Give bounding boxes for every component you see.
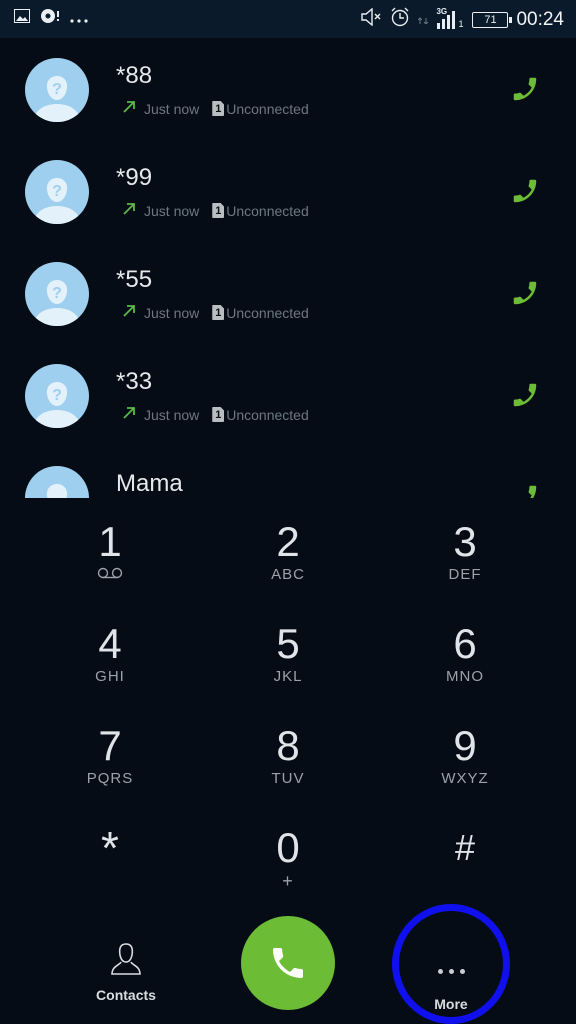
sim-icon: 1 [212,203,225,218]
dial-call-button[interactable] [241,916,335,1010]
outgoing-call-icon [122,406,136,423]
dialpad-key-4[interactable]: 4 GHI [35,602,185,702]
contact-avatar [25,466,89,498]
unknown-contact-avatar: ? [25,160,89,224]
dialpad: 1 2 ABC 3 DEF 4 GHI 5 JKL 6 MNO 7 PQRS 8… [0,500,576,900]
call-back-button[interactable] [510,176,540,206]
contacts-icon [111,943,141,975]
call-log-name: Mama [116,470,183,497]
call-time: Just now [144,202,200,219]
voicemail-icon [35,566,185,584]
mute-icon [360,7,382,31]
svg-text:?: ? [52,183,62,200]
call-back-button[interactable] [510,482,540,498]
phone-icon [528,485,537,498]
more-notifications-icon [70,10,88,28]
call-back-button[interactable] [510,278,540,308]
svg-text:?: ? [52,387,62,404]
call-status: Unconnected [226,406,309,423]
bottom-action-bar: Contacts More [0,900,576,1024]
call-log-item[interactable]: Mama [0,446,576,498]
dialpad-key-6[interactable]: 6 MNO [390,602,540,702]
phone-icon [273,948,303,978]
outgoing-call-icon [122,202,136,219]
call-time: Just now [144,304,200,321]
alarm-icon [390,7,410,32]
call-log-list[interactable]: ? *88 Just now 1 Unconnected ? *99 Just … [0,38,576,498]
call-back-button[interactable] [510,74,540,104]
call-time: Just now [144,406,200,423]
call-log-name: *88 [116,62,153,89]
dialpad-key-0[interactable]: 0 + [213,806,363,906]
call-log-item[interactable]: ? *88 Just now 1 Unconnected [0,38,576,140]
dialpad-key-hash[interactable]: # [390,806,540,906]
dialpad-key-2[interactable]: 2 ABC [213,500,363,600]
unknown-contact-avatar: ? [25,364,89,428]
call-status: Unconnected [226,202,309,219]
call-status: Unconnected [226,304,309,321]
contacts-button[interactable]: Contacts [76,940,176,1003]
dialpad-key-5[interactable]: 5 JKL [213,602,363,702]
unknown-contact-avatar: ? [25,262,89,326]
call-log-name: *55 [116,266,153,293]
call-time: Just now [144,100,200,117]
more-button[interactable]: More [392,904,510,1024]
phone-icon [513,77,537,101]
battery-icon: 71 [472,11,513,28]
call-log-item[interactable]: ? *99 Just now 1 Unconnected [0,140,576,242]
clock: 00:24 [516,8,564,30]
sim-icon: 1 [212,407,225,422]
call-log-name: *99 [116,164,153,191]
phone-icon [513,383,537,407]
outgoing-call-icon [122,304,136,321]
phone-icon [513,281,537,305]
data-arrows-icon [418,10,429,29]
unknown-contact-avatar: ? [25,58,89,122]
dialpad-key-8[interactable]: 8 TUV [213,704,363,804]
dialpad-key-star[interactable]: * [35,806,185,906]
dialpad-key-9[interactable]: 9 WXYZ [390,704,540,804]
call-log-name: *33 [116,368,153,395]
phone-icon [513,179,537,203]
sim-icon: 1 [212,101,225,116]
call-log-item[interactable]: ? *33 Just now 1 Unconnected [0,344,576,446]
call-log-item[interactable]: ? *55 Just now 1 Unconnected [0,242,576,344]
dialpad-key-7[interactable]: 7 PQRS [35,704,185,804]
sim-icon: 1 [212,305,225,320]
image-notification-icon [14,9,30,28]
battery-level: 71 [484,13,497,26]
sync-alert-icon [40,8,60,29]
dialpad-key-1[interactable]: 1 [35,500,185,600]
call-back-button[interactable] [510,380,540,410]
svg-text:?: ? [52,81,62,98]
call-status: Unconnected [226,100,309,117]
more-dots-icon [399,969,503,974]
dialpad-key-3[interactable]: 3 DEF [390,500,540,600]
outgoing-call-icon [122,100,136,117]
status-bar: 3G 1 71 00:24 [0,0,576,38]
signal-3g-icon: 3G 1 [436,6,464,29]
svg-text:?: ? [52,285,62,302]
